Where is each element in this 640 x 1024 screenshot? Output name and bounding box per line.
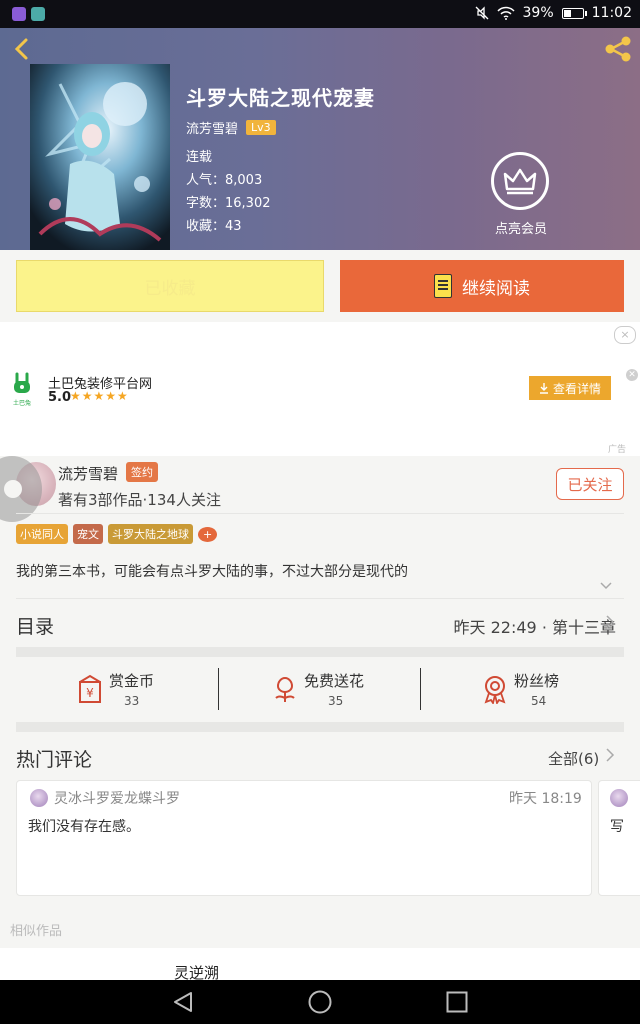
book-description: 我的第三本书，可能会有点斗罗大陆的事，不过大部分是现代的 — [16, 564, 408, 580]
system-nav-bar — [0, 980, 640, 1024]
chevron-down-icon[interactable] — [598, 578, 614, 594]
hot-comments-title: 热门评论 — [16, 749, 93, 771]
ad-stars: ★★★★★ — [70, 389, 129, 403]
flower-gift-item[interactable]: 免费送花 35 — [272, 670, 474, 714]
fan-ranking-label: 粉丝榜 — [514, 672, 560, 690]
book-word-count: 字数：16,302 — [186, 196, 271, 211]
chevron-right-icon[interactable] — [604, 612, 616, 632]
divider — [16, 598, 624, 599]
follow-button[interactable]: 已关注 — [556, 468, 624, 500]
ad-rating: 5.0 — [48, 390, 72, 405]
coin-reward-count: 33 — [124, 694, 140, 708]
ad-details-button[interactable]: 查看详情 — [529, 376, 611, 400]
continue-reading-button[interactable]: 继续阅读 — [340, 260, 624, 312]
book-author-line: 流芳雪碧 Lv3 — [186, 118, 276, 137]
comment-user-avatar[interactable] — [30, 789, 48, 807]
clock: 11:02 — [591, 5, 632, 21]
fan-ranking-item[interactable]: 粉丝榜 54 — [482, 670, 640, 714]
coin-icon: ¥ — [79, 674, 101, 703]
vertical-divider — [218, 668, 219, 710]
section-separator — [16, 647, 624, 657]
svg-text:¥: ¥ — [86, 686, 94, 700]
vip-button[interactable] — [491, 152, 549, 210]
flower-gift-count: 35 — [328, 694, 344, 708]
back-arrow-icon[interactable] — [10, 34, 34, 64]
nav-back-icon[interactable] — [170, 990, 196, 1014]
ad-logo-text: 土巴兔 — [12, 400, 31, 407]
comment-user-name[interactable]: 灵冰斗罗爱龙蝶斗罗 — [54, 788, 180, 808]
comment-time: 昨天 18:19 — [509, 791, 582, 807]
coin-reward-label: 赏金币 — [109, 672, 155, 690]
favorited-button[interactable]: 已收藏 — [16, 260, 324, 312]
ad-close-button[interactable]: × — [614, 326, 636, 344]
all-comments-link[interactable]: 全部(6) — [548, 748, 599, 769]
book-icon — [434, 274, 452, 298]
signed-badge: 签约 — [126, 462, 158, 482]
rabbit-logo-icon — [14, 372, 30, 393]
tag-item[interactable]: 宠文 — [73, 524, 103, 544]
book-favorites: 收藏：43 — [186, 219, 242, 234]
book-author[interactable]: 流芳雪碧 — [186, 118, 238, 137]
flower-icon — [275, 676, 295, 702]
divider — [16, 513, 624, 514]
ad-details-label: 查看详情 — [552, 381, 601, 396]
book-popularity: 人气：8,003 — [186, 173, 263, 188]
flower-gift-label: 免费送花 — [304, 672, 365, 690]
share-icon[interactable] — [602, 34, 634, 64]
ad-tag: 广告 — [608, 445, 627, 455]
catalog-title[interactable]: 目录 — [16, 612, 54, 639]
continue-reading-label: 继续阅读 — [462, 278, 530, 299]
book-status: 连载 — [186, 150, 213, 165]
author-works-summary: 著有3部作品·134人关注 — [58, 491, 221, 509]
comment-text: 写 — [610, 819, 624, 835]
status-indicators: 39% 11:02 — [475, 5, 632, 21]
add-tag-button[interactable]: + — [198, 526, 218, 542]
nav-recents-icon[interactable] — [445, 990, 469, 1014]
book-cover-image[interactable] — [30, 64, 170, 250]
tag-item[interactable]: 斗罗大陆之地球 — [108, 524, 193, 544]
wifi-icon — [496, 6, 515, 20]
battery-percent: 39% — [522, 5, 554, 21]
mute-icon — [475, 6, 488, 20]
nav-home-icon[interactable] — [307, 989, 333, 1015]
author-name[interactable]: 流芳雪碧 — [58, 463, 118, 484]
comment-user-avatar[interactable] — [610, 789, 628, 807]
catalog-latest-chapter[interactable]: 昨天 22:49 · 第十三章 — [454, 614, 616, 638]
favorited-label: 已收藏 — [144, 278, 196, 299]
chevron-right-icon[interactable] — [604, 745, 616, 765]
app-notification-icon — [12, 7, 26, 21]
ad-dismiss-icon[interactable]: ✕ — [626, 369, 638, 381]
crown-icon — [503, 168, 537, 195]
vertical-divider — [420, 668, 421, 710]
vip-label[interactable]: 点亮会员 — [482, 218, 560, 237]
similar-works-list — [0, 948, 640, 980]
app-notification-icon — [31, 7, 45, 21]
download-icon — [539, 382, 548, 394]
tag-list: 小说同人 宠文 斗罗大陆之地球 + — [16, 524, 218, 544]
tag-item[interactable]: 小说同人 — [16, 524, 68, 544]
ad-logo: 土巴兔 — [10, 372, 34, 407]
similar-works-title: 相似作品 — [10, 924, 63, 939]
section-separator — [16, 722, 624, 732]
fan-ranking-count: 54 — [531, 694, 547, 708]
author-level-badge: Lv3 — [246, 120, 276, 135]
comment-text: 我们没有存在感。 — [28, 819, 140, 835]
battery-icon — [561, 7, 587, 19]
medal-icon — [484, 676, 506, 704]
status-bar: 39% 11:02 — [0, 0, 640, 28]
coin-reward-item[interactable]: ¥ 赏金币 33 — [76, 670, 278, 714]
book-title: 斗罗大陆之现代宠妻 — [186, 86, 375, 110]
